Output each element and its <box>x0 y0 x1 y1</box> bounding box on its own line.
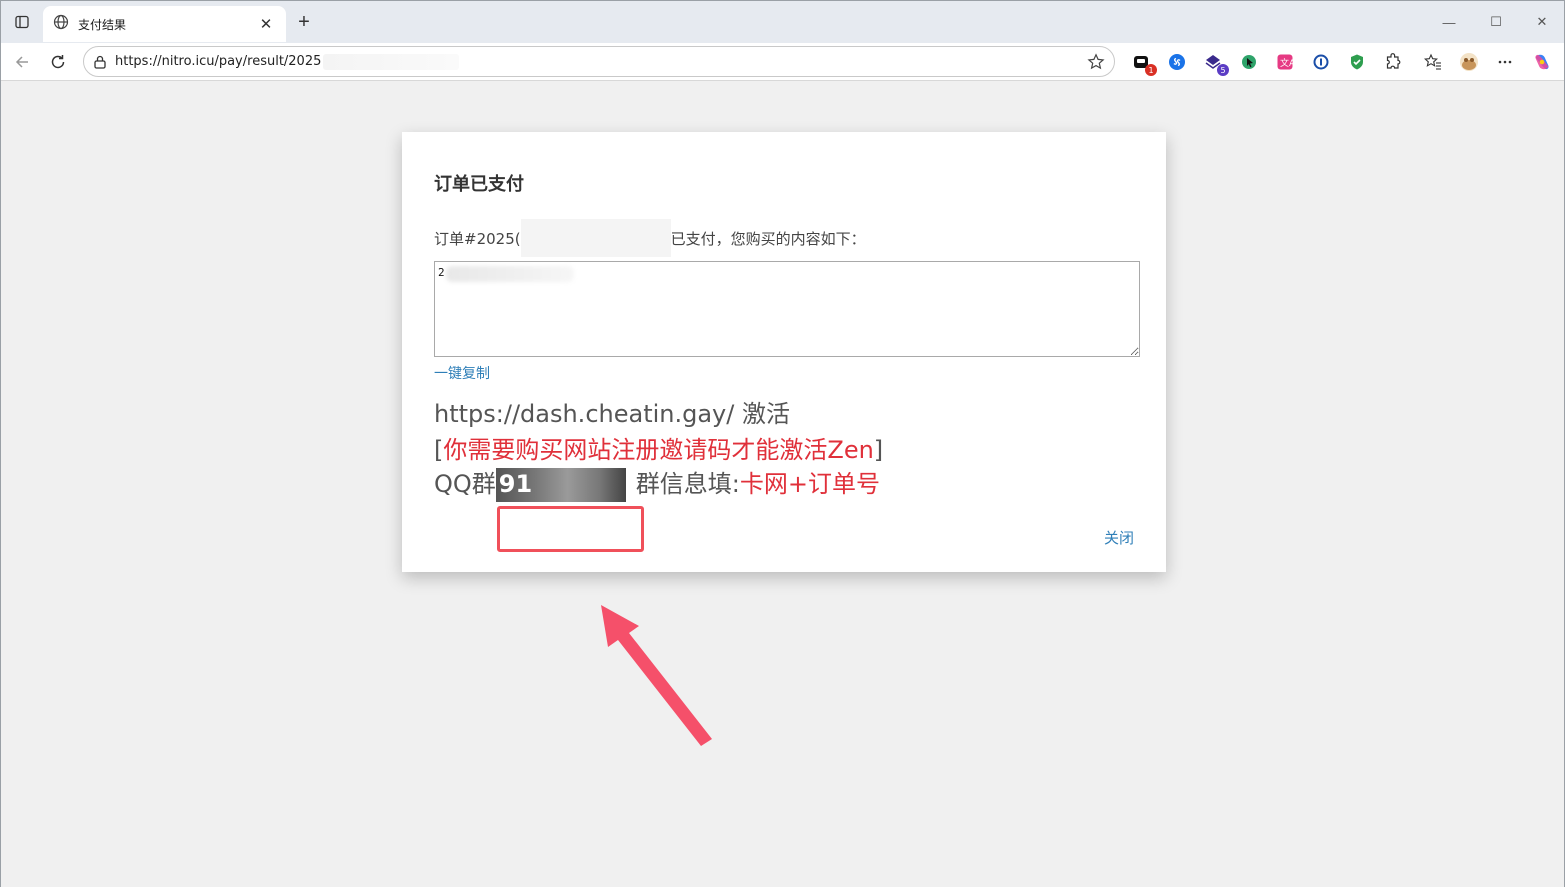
qq-group-line: QQ群 91 群信息填:卡网+订单号 <box>434 464 880 502</box>
close-window-button[interactable]: ✕ <box>1529 9 1555 35</box>
tab-title: 支付结果 <box>78 17 127 32</box>
refresh-button[interactable] <box>45 49 71 75</box>
lock-icon[interactable] <box>93 54 107 70</box>
url-redacted <box>323 53 460 70</box>
extension-shield-icon[interactable] <box>1347 52 1367 72</box>
close-button[interactable]: 关闭 <box>1104 527 1134 548</box>
browser-window: 支付结果 ✕ + — ☐ ✕ https://nitro.icu/pay/res… <box>0 0 1565 887</box>
extension-1password-icon[interactable] <box>1311 52 1331 72</box>
tab-actions-icon[interactable] <box>9 9 35 35</box>
favorites-icon[interactable] <box>1423 52 1443 72</box>
svg-text:文A: 文A <box>1280 57 1294 69</box>
order-summary: 订单#2025( 已支付，您购买的内容如下： <box>434 219 866 257</box>
order-number-redacted <box>520 219 671 257</box>
content-redacted <box>446 266 574 282</box>
address-bar[interactable]: https://nitro.icu/pay/result/2025 <box>83 46 1115 77</box>
tab-close-icon[interactable]: ✕ <box>256 14 276 34</box>
qq-number-redacted: 91 <box>495 468 626 502</box>
page-content: 订单已支付 订单#2025( 已支付，您购买的内容如下： 一键复制 https:… <box>1 82 1564 887</box>
order-suffix: 已支付，您购买的内容如下： <box>670 229 866 248</box>
tab-strip: 支付结果 ✕ + — ☐ ✕ <box>1 1 1564 43</box>
extension-translate-icon[interactable]: 文A <box>1275 52 1295 72</box>
group-info-value: 卡网+订单号 <box>739 470 880 498</box>
bracket-open: [ <box>434 436 444 464</box>
maximize-button[interactable]: ☐ <box>1483 9 1509 35</box>
dialog-title: 订单已支付 <box>434 174 524 195</box>
copilot-icon[interactable] <box>1532 52 1552 72</box>
bracket-close: ] <box>873 436 884 464</box>
order-prefix: 订单#2025( <box>434 229 521 248</box>
extensions-puzzle-icon[interactable] <box>1383 52 1403 72</box>
new-tab-button[interactable]: + <box>293 11 315 33</box>
copy-button[interactable]: 一键复制 <box>434 363 490 383</box>
extension-1-icon[interactable]: 1 <box>1131 52 1157 76</box>
url-text: https://nitro.icu/pay/result/2025 <box>115 54 322 69</box>
profile-avatar-icon[interactable] <box>1459 52 1479 72</box>
extension-1-badge: 1 <box>1145 64 1157 76</box>
annotation-arrow <box>601 605 712 746</box>
tab-active[interactable]: 支付结果 ✕ <box>43 6 286 42</box>
back-button[interactable] <box>9 49 35 75</box>
invite-code-notice: 你需要购买网站注册邀请码才能激活Zen <box>443 436 874 464</box>
more-menu-icon[interactable] <box>1495 52 1515 72</box>
payment-result-dialog: 订单已支付 订单#2025( 已支付，您购买的内容如下： 一键复制 https:… <box>402 132 1166 572</box>
group-info-label: 群信息填: <box>635 470 740 498</box>
extension-3-badge: 5 <box>1217 64 1229 76</box>
qq-number-visible: 91 <box>498 470 533 498</box>
minimize-button[interactable]: — <box>1436 9 1462 35</box>
globe-icon <box>53 14 69 35</box>
extension-3-icon[interactable]: 5 <box>1203 52 1229 76</box>
extension-shazam-icon[interactable] <box>1167 52 1187 72</box>
activation-line: https://dash.cheatin.gay/ 激活 <box>434 400 790 428</box>
qq-prefix: QQ群 <box>434 470 496 498</box>
highlight-box <box>497 506 644 552</box>
extension-cursor-icon[interactable] <box>1239 52 1259 72</box>
notice-line: [你需要购买网站注册邀请码才能激活Zen] <box>434 430 883 465</box>
toolbar: https://nitro.icu/pay/result/2025 1 5 文A <box>1 43 1564 81</box>
favorite-star-icon[interactable] <box>1086 52 1106 72</box>
